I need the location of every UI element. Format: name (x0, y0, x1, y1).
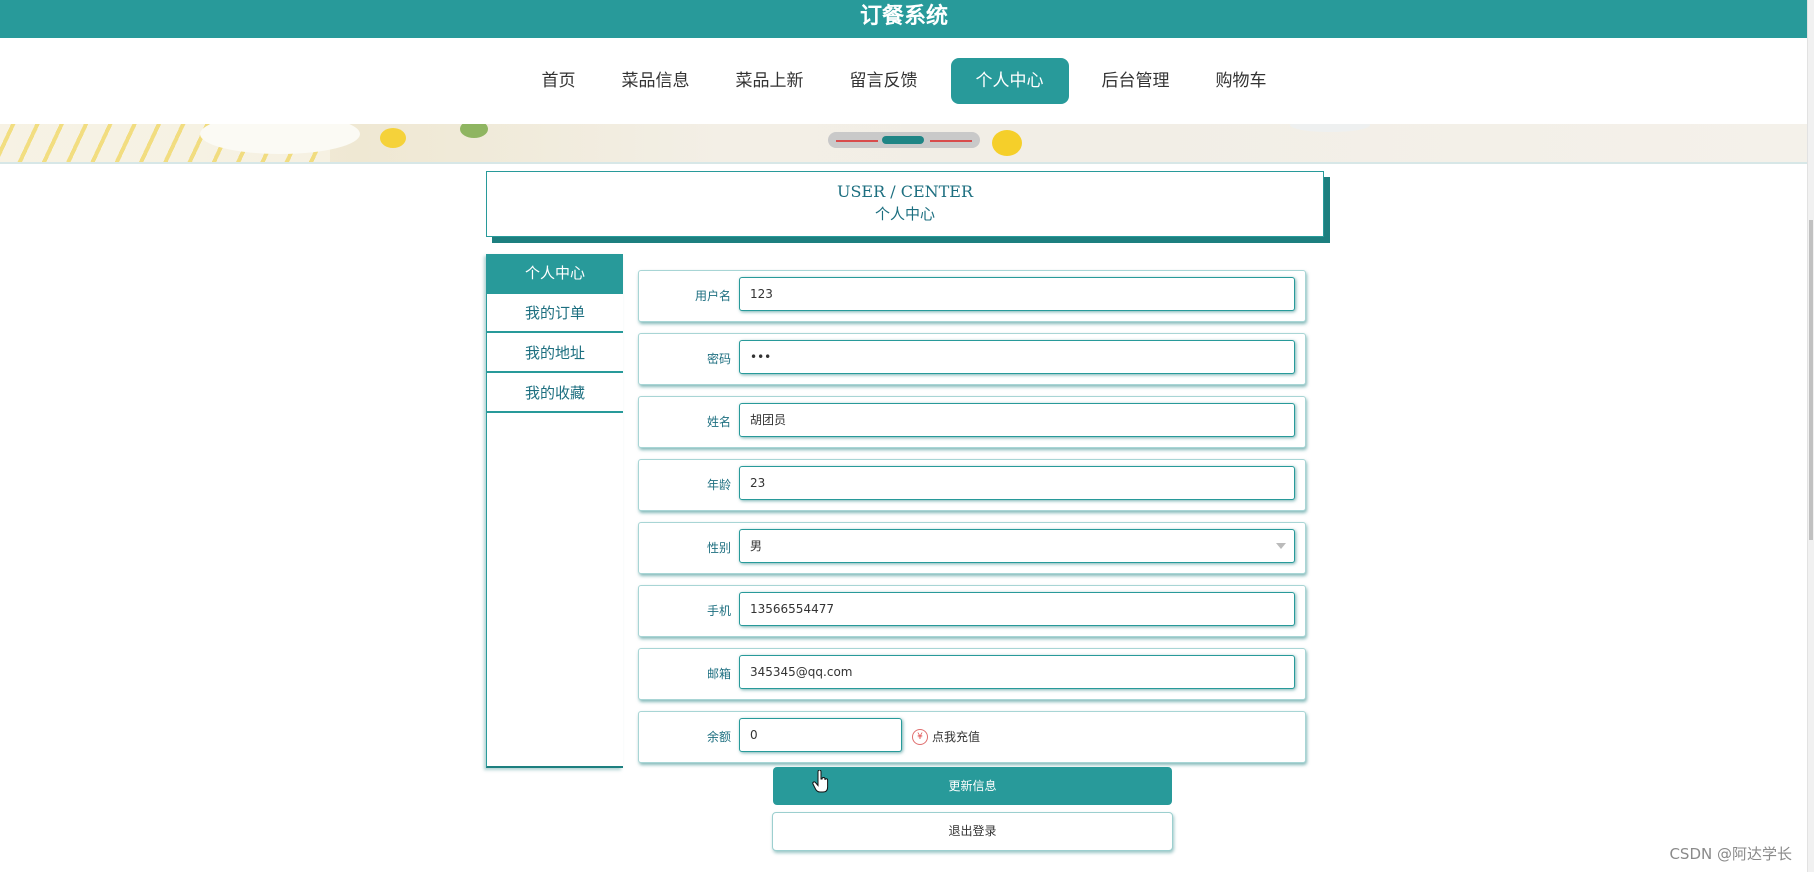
sidebar-item-user-center[interactable]: 个人中心 (487, 254, 623, 294)
nav-item-new-dishes[interactable]: 菜品上新 (716, 58, 824, 104)
sidebar-item-addresses[interactable]: 我的地址 (487, 335, 623, 373)
age-input[interactable]: 23 (739, 466, 1295, 500)
logout-button[interactable]: 退出登录 (772, 812, 1173, 851)
banner-leaf (460, 124, 488, 138)
form-row-password: 密码 ••• (638, 333, 1306, 385)
gender-label: 性别 (706, 541, 731, 555)
carousel-pager[interactable] (828, 132, 980, 148)
email-input[interactable]: 345345@qq.com (739, 655, 1295, 689)
nav-item-user-center[interactable]: 个人中心 (950, 58, 1069, 104)
gender-select-value: 男 (750, 539, 763, 553)
recharge-label[interactable]: 点我充值 (932, 728, 980, 745)
username-label: 用户名 (694, 289, 731, 303)
username-input[interactable]: 123 (739, 277, 1295, 311)
nav-item-admin[interactable]: 后台管理 (1082, 58, 1190, 104)
section-title-cn: 个人中心 (874, 205, 935, 223)
watermark: CSDN @阿达学长 (1669, 845, 1792, 863)
sidebar-item-favorites[interactable]: 我的收藏 (487, 375, 623, 413)
hand-cursor-icon (812, 770, 829, 793)
password-label: 密码 (706, 352, 731, 366)
user-info-form: 用户名 123 密码 ••• 姓名 胡团员 年龄 23 性别 男 手机 1356… (638, 270, 1306, 774)
nav-item-home[interactable]: 首页 (522, 58, 596, 104)
nav-item-cart[interactable]: 购物车 (1196, 58, 1287, 104)
banner-cloth (1290, 124, 1370, 132)
yen-icon: ¥ (912, 728, 928, 745)
scrollbar-thumb[interactable] (1809, 220, 1813, 540)
sidebar-item-orders[interactable]: 我的订单 (487, 295, 623, 333)
chevron-down-icon[interactable] (1276, 543, 1286, 549)
name-label: 姓名 (706, 415, 731, 429)
app-title-bar: 订餐系统 (0, 0, 1808, 38)
banner-carousel (0, 124, 1808, 164)
phone-input[interactable]: 13566554477 (739, 592, 1295, 626)
nav-item-dishes[interactable]: 菜品信息 (602, 58, 710, 104)
age-label: 年龄 (706, 478, 731, 492)
gender-select[interactable]: 男 (739, 529, 1295, 563)
form-row-balance: 余额 0 ¥ 点我充值 (638, 711, 1306, 763)
form-row-username: 用户名 123 (638, 270, 1306, 322)
section-title-box: USER / CENTER 个人中心 (486, 171, 1324, 237)
form-row-phone: 手机 13566554477 (638, 585, 1306, 637)
email-label: 邮箱 (706, 667, 731, 681)
form-row-age: 年龄 23 (638, 459, 1306, 511)
nav-item-feedback[interactable]: 留言反馈 (830, 58, 938, 104)
user-sidebar: 个人中心 我的订单 我的地址 我的收藏 (486, 254, 623, 768)
update-info-button[interactable]: 更新信息 (773, 767, 1172, 805)
page-scrollbar[interactable] (1807, 0, 1814, 872)
password-input[interactable]: ••• (739, 340, 1295, 374)
phone-label: 手机 (706, 604, 731, 618)
banner-lemon-slice (992, 130, 1022, 156)
balance-label: 余额 (706, 730, 731, 744)
pager-dash-left[interactable] (836, 140, 878, 142)
section-title-en: USER / CENTER (836, 182, 974, 201)
form-row-email: 邮箱 345345@qq.com (638, 648, 1306, 700)
banner-lemon (380, 128, 406, 148)
form-row-gender: 性别 男 (638, 522, 1306, 574)
pager-active-dot[interactable] (882, 136, 924, 144)
pager-dash-right[interactable] (930, 140, 972, 142)
main-nav: 首页 菜品信息 菜品上新 留言反馈 个人中心 后台管理 购物车 (0, 38, 1808, 124)
app-title: 订餐系统 (859, 4, 948, 29)
balance-input[interactable]: 0 (739, 718, 902, 752)
form-row-name: 姓名 胡团员 (638, 396, 1306, 448)
recharge-link[interactable]: ¥ 点我充值 (912, 728, 980, 745)
name-input[interactable]: 胡团员 (739, 403, 1295, 437)
